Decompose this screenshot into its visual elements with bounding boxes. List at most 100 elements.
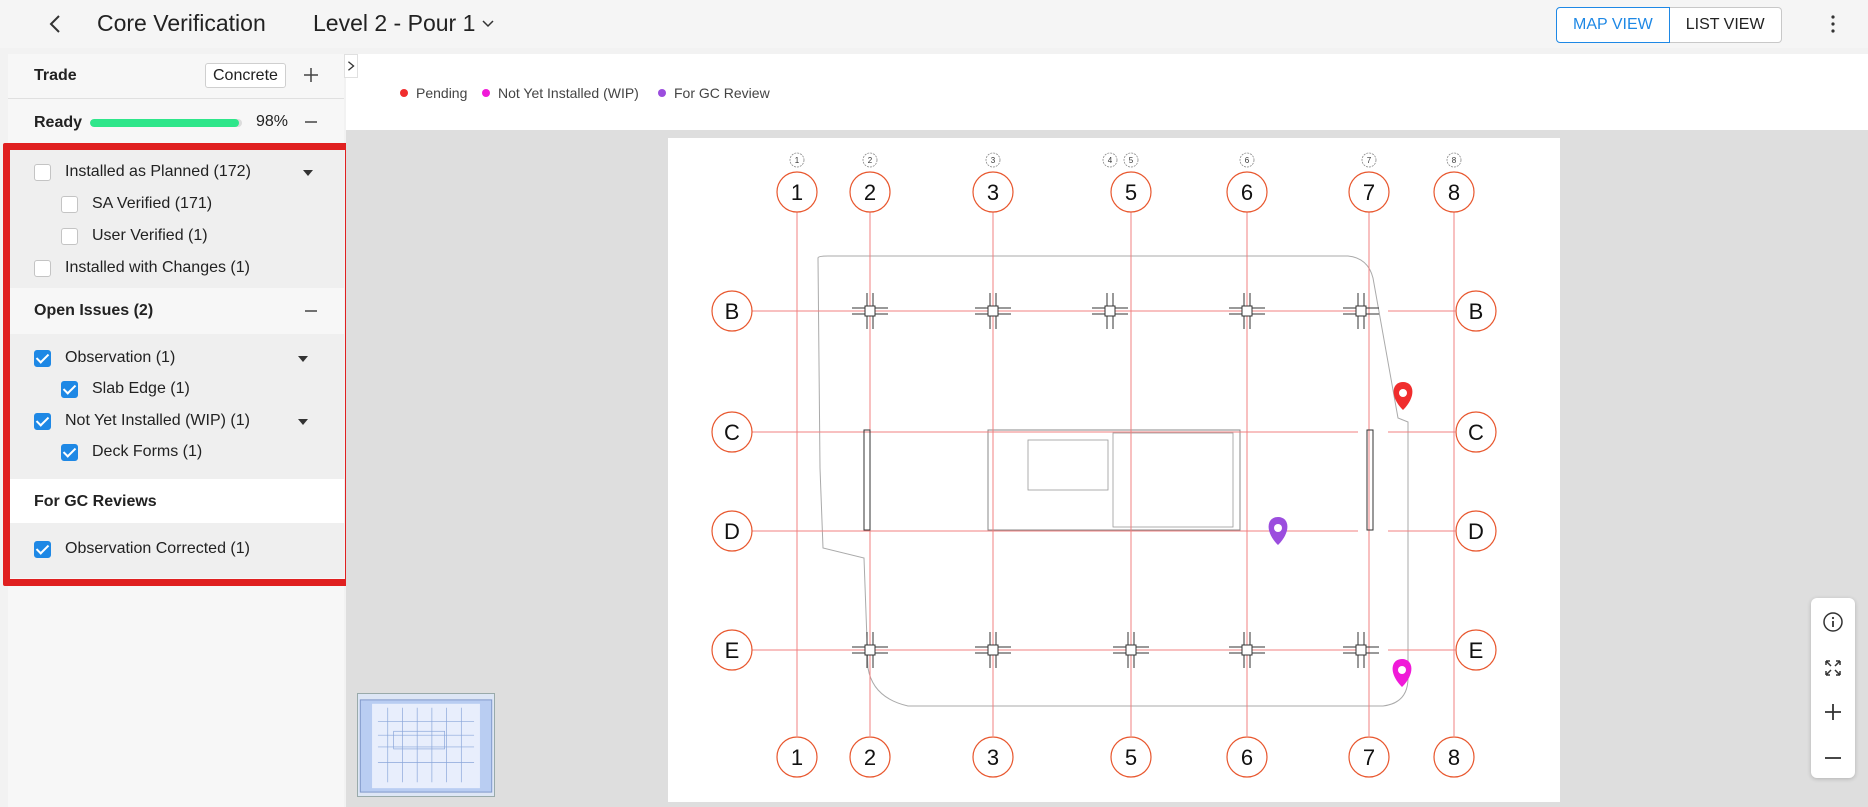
grid-small-label: 6 [1245, 156, 1250, 165]
legend-dot [658, 89, 666, 97]
trade-row: Trade Concrete [8, 54, 344, 98]
grid-col-label: 8 [1448, 180, 1460, 205]
checkbox[interactable] [61, 227, 78, 245]
grid-row-label: D [724, 519, 740, 544]
filter-label: Slab Edge (1) [92, 380, 190, 397]
grid-col-label: 3 [987, 745, 999, 770]
marker-pending-dot [1399, 389, 1407, 397]
checkbox[interactable] [61, 195, 78, 213]
floor-plan[interactable]: B B C C D D E E 1 1 2 2 3 3 5 5 6 6 7 7 8 8 1 2 3 4 5 6 7 8 [668, 138, 1560, 802]
grid-row-label: B [725, 299, 740, 324]
filter-sidebar: Trade Concrete Ready 98% Installed as Pl… [8, 54, 344, 807]
view-toggle: MAP VIEW LIST VIEW [1556, 7, 1782, 43]
grid-col-label: 1 [791, 745, 803, 770]
checkbox[interactable] [34, 259, 51, 277]
grid-small-label: 8 [1452, 156, 1457, 165]
checkbox-checked[interactable] [34, 540, 51, 558]
column-symbol [1125, 644, 1137, 656]
grid-col-label: 3 [987, 180, 999, 205]
ready-row: Ready 98% [8, 98, 344, 146]
filter-label: Installed as Planned (172) [65, 163, 251, 180]
grid-col-label: 8 [1448, 745, 1460, 770]
gc-reviews-group: Observation Corrected (1) [8, 523, 344, 578]
grid-row-label: D [1468, 519, 1484, 544]
filter-label: Installed with Changes (1) [65, 259, 250, 276]
map-tools [1811, 598, 1855, 778]
status-legend: Pending Not Yet Installed (WIP) For GC R… [346, 54, 1868, 130]
grid-small-label: 1 [795, 156, 800, 165]
checkbox[interactable] [34, 163, 51, 181]
caret-down-icon[interactable] [298, 356, 308, 362]
ready-progress-fill [90, 119, 239, 127]
legend-for-gc-review: For GC Review [658, 85, 770, 101]
caret-down-icon[interactable] [303, 170, 313, 176]
ready-progress-bar [90, 119, 242, 127]
minus-icon[interactable] [302, 302, 320, 320]
filter-label: User Verified (1) [92, 227, 208, 244]
grid-col-label: 5 [1125, 745, 1137, 770]
filter-label: Observation (1) [65, 349, 176, 366]
column-symbol [1104, 305, 1116, 317]
grid-small-label: 4 [1108, 156, 1113, 165]
minus-icon[interactable] [302, 113, 320, 131]
legend-label: Not Yet Installed (WIP) [498, 85, 639, 101]
legend-label: For GC Review [674, 85, 770, 101]
zoom-in-icon[interactable] [1821, 700, 1845, 724]
grid-col-label: 7 [1363, 180, 1375, 205]
filter-sa-verified[interactable]: SA Verified (171) [61, 192, 212, 216]
checkbox-checked[interactable] [34, 349, 51, 367]
filter-observation[interactable]: Observation (1) [34, 346, 175, 370]
checkbox-checked[interactable] [61, 380, 78, 398]
filter-installed-as-planned[interactable]: Installed as Planned (172) [34, 160, 251, 184]
wall [1366, 429, 1374, 531]
filter-installed-with-changes[interactable]: Installed with Changes (1) [34, 256, 250, 280]
plus-icon[interactable] [302, 66, 320, 84]
list-view-button[interactable]: LIST VIEW [1669, 7, 1782, 43]
filter-slab-edge[interactable]: Slab Edge (1) [61, 377, 190, 401]
trade-chip[interactable]: Concrete [205, 63, 286, 88]
column-symbol [1355, 305, 1367, 317]
grid-small-label: 3 [991, 156, 996, 165]
info-icon[interactable] [1821, 610, 1845, 634]
column-symbol [1355, 644, 1367, 656]
column-symbol [1241, 644, 1253, 656]
legend-not-yet-installed: Not Yet Installed (WIP) [482, 85, 639, 101]
grid-small-label: 2 [868, 156, 873, 165]
grid-col-label: 6 [1241, 745, 1253, 770]
filter-user-verified[interactable]: User Verified (1) [61, 224, 208, 248]
filter-not-yet-installed[interactable]: Not Yet Installed (WIP) (1) [34, 409, 250, 433]
gc-reviews-header: For GC Reviews [8, 479, 344, 523]
column-symbol [864, 305, 876, 317]
chevron-down-icon [482, 19, 494, 27]
filter-observation-corrected[interactable]: Observation Corrected (1) [34, 537, 250, 561]
grid-row-label: B [1469, 299, 1484, 324]
filter-deck-forms[interactable]: Deck Forms (1) [61, 440, 202, 464]
legend-dot [400, 89, 408, 97]
trade-label: Trade [34, 67, 77, 84]
legend-label: Pending [416, 85, 468, 101]
installed-filter-group: Installed as Planned (172) SA Verified (… [8, 146, 344, 288]
minimap[interactable] [357, 693, 495, 797]
level-selector-label: Level 2 - Pour 1 [313, 10, 476, 36]
zoom-out-icon[interactable] [1821, 746, 1845, 770]
fit-to-screen-icon[interactable] [1821, 656, 1845, 680]
app-title: Core Verification [97, 10, 266, 36]
open-issues-label: Open Issues (2) [34, 302, 154, 319]
level-selector[interactable]: Level 2 - Pour 1 [313, 10, 495, 37]
chevron-right-icon[interactable] [344, 54, 358, 78]
grid-small-label: 7 [1367, 156, 1372, 165]
grid-small-label: 5 [1129, 156, 1134, 165]
wall [863, 429, 871, 531]
checkbox-checked[interactable] [34, 412, 51, 430]
legend-dot [482, 89, 490, 97]
core-room [1027, 439, 1109, 491]
more-options-icon[interactable] [1826, 13, 1840, 35]
checkbox-checked[interactable] [61, 443, 78, 461]
core-outline [987, 429, 1241, 531]
grid-col-label: 2 [864, 745, 876, 770]
grid-row-label: E [725, 638, 740, 663]
map-view-button[interactable]: MAP VIEW [1556, 7, 1670, 43]
open-issues-header[interactable]: Open Issues (2) [8, 288, 344, 334]
caret-down-icon[interactable] [298, 419, 308, 425]
back-arrow-icon[interactable] [44, 12, 68, 36]
